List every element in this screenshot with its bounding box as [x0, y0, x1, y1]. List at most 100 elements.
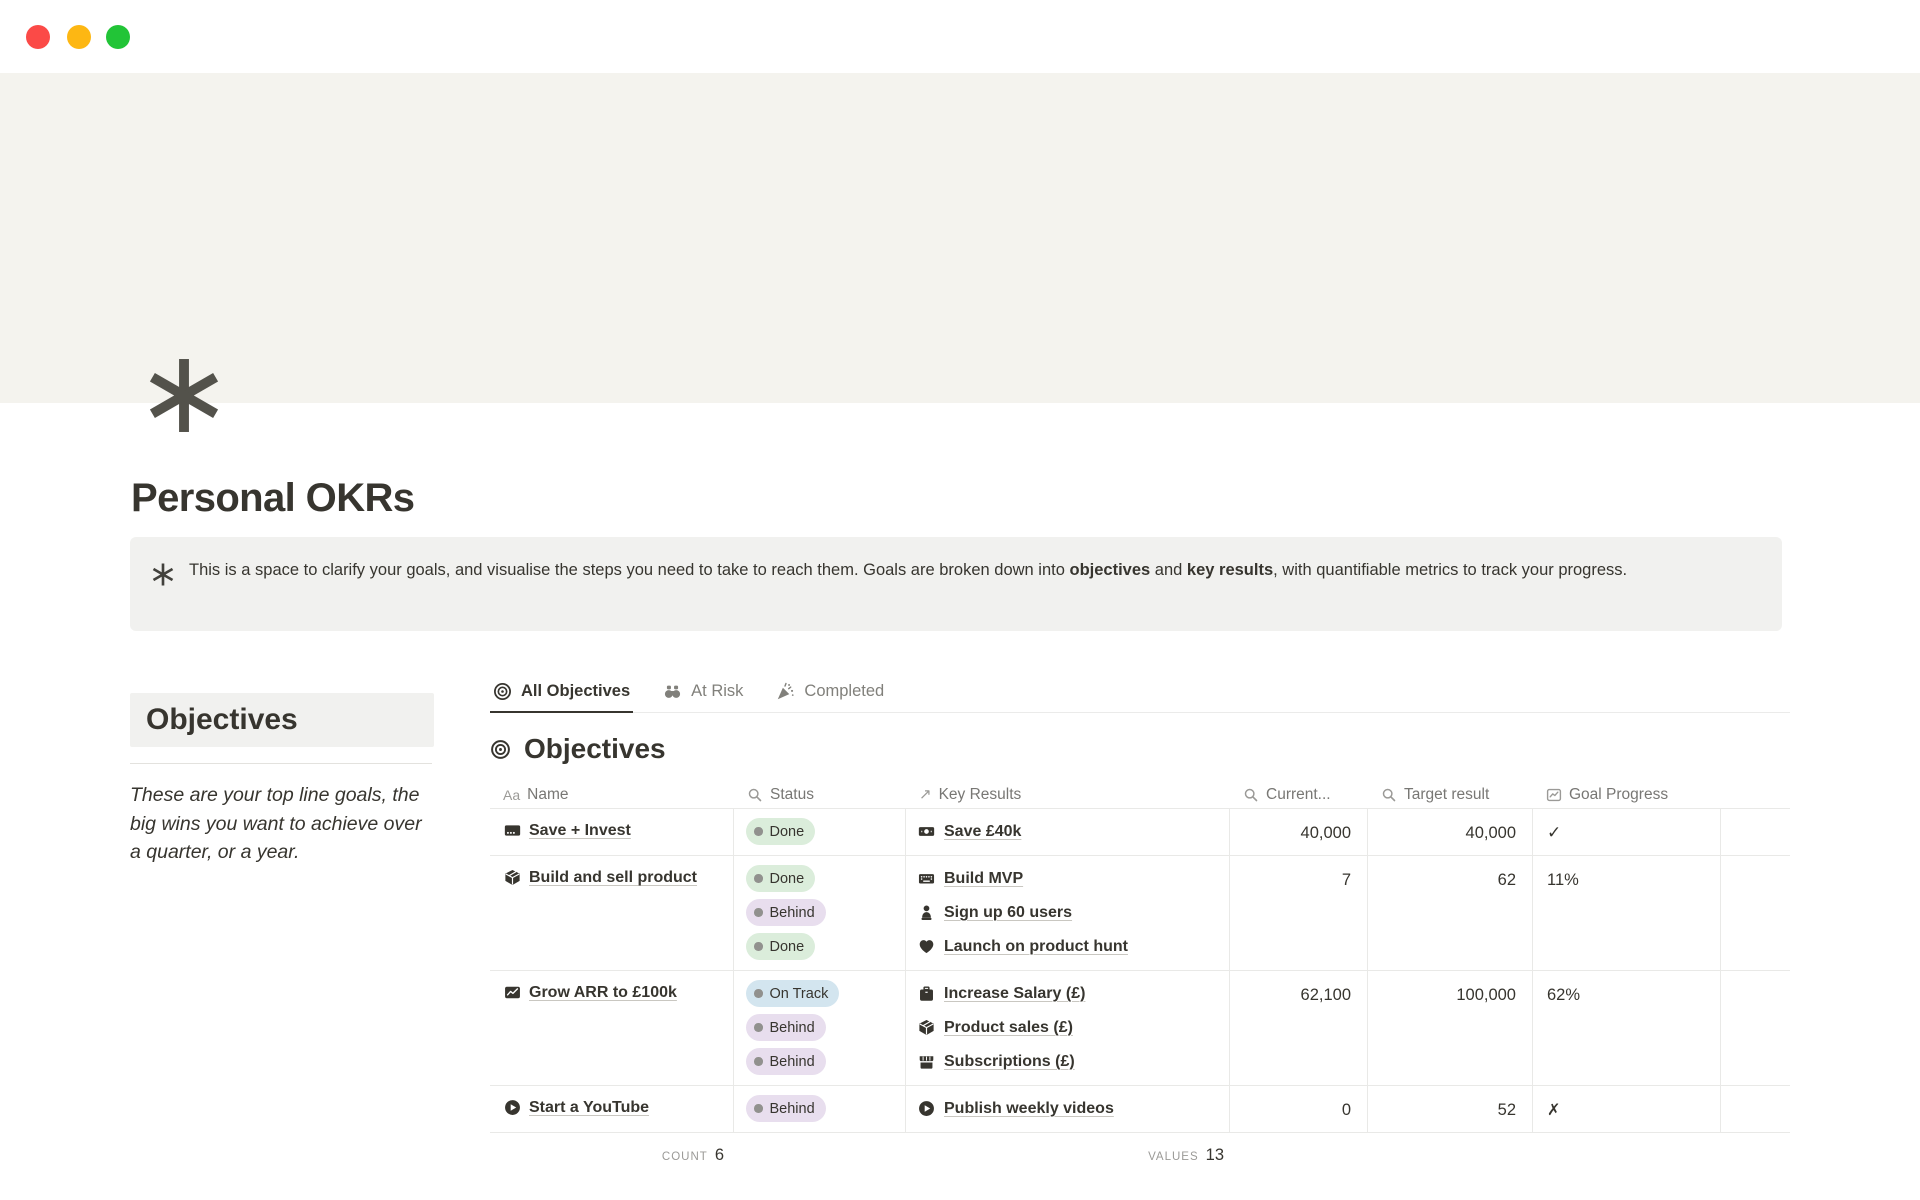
status-pill[interactable]: Behind	[746, 899, 826, 926]
current-result-cell[interactable]: 40,000	[1230, 809, 1368, 855]
chart-line-icon	[1546, 787, 1562, 803]
status-cell[interactable]: Behind	[734, 1086, 906, 1132]
column-header-status[interactable]: Status	[734, 781, 906, 808]
column-header-current[interactable]: Current...	[1230, 781, 1368, 808]
status-cell[interactable]: On Track Behind Behind	[734, 971, 906, 1085]
current-result-value: 62,100	[1301, 986, 1351, 1004]
key-results-cell[interactable]: Build MVP Sign up 60 users Launch on produ…	[906, 856, 1230, 970]
current-result-cell[interactable]: 0	[1230, 1086, 1368, 1132]
status-pill[interactable]: On Track	[746, 980, 839, 1007]
status-dot	[754, 942, 763, 951]
status-pill-label: Done	[770, 824, 805, 840]
heart-icon	[918, 938, 935, 955]
status-cell[interactable]: Done Behind Done	[734, 856, 906, 970]
target-result-cell[interactable]: 62	[1368, 856, 1533, 970]
table-row: Start a YouTube Behind Publish weekly vide…	[490, 1086, 1790, 1133]
name-cell[interactable]: Save + Invest	[490, 809, 734, 855]
table-row: Build and sell product Done Behind Done Buil…	[490, 856, 1790, 971]
status-cell[interactable]: Done	[734, 809, 906, 855]
status-dot	[754, 1104, 763, 1113]
status-pill[interactable]: Behind	[746, 1048, 826, 1075]
asterisk-icon	[152, 563, 174, 586]
name-cell[interactable]: Grow ARR to £100k	[490, 971, 734, 1085]
target-result-cell[interactable]: 100,000	[1368, 971, 1533, 1085]
goal-progress-cell[interactable]: ✗	[1533, 1086, 1721, 1132]
current-result-value: 0	[1342, 1101, 1351, 1119]
key-result-link[interactable]: Launch on product hunt	[944, 935, 1128, 959]
column-header-target-result[interactable]: Target result	[1368, 781, 1533, 808]
callout: This is a space to clarify your goals, a…	[130, 537, 1782, 631]
key-results-cell[interactable]: Increase Salary (£) Product sales (£) Subs…	[906, 971, 1230, 1085]
status-pill-label: Done	[770, 871, 805, 887]
column-header-name[interactable]: AaName	[490, 781, 734, 808]
objective-name-link[interactable]: Save + Invest	[529, 819, 631, 843]
current-result-cell[interactable]: 62,100	[1230, 971, 1368, 1085]
objective-name-link[interactable]: Start a YouTube	[529, 1096, 649, 1120]
play-icon	[918, 1100, 935, 1117]
row-spacer-cell	[1721, 971, 1787, 1085]
party-popper-icon	[776, 682, 795, 701]
target-icon	[493, 682, 512, 701]
goal-progress-cell[interactable]: 62%	[1533, 971, 1721, 1085]
arrow-up-right-icon: ↗	[919, 787, 932, 803]
user-bust-icon	[918, 904, 935, 921]
minimize-window-button[interactable]	[67, 25, 91, 49]
chart-box-icon	[504, 984, 521, 1001]
status-pill-label: Behind	[770, 1054, 815, 1070]
target-result-cell[interactable]: 40,000	[1368, 809, 1533, 855]
objective-name-link[interactable]: Grow ARR to £100k	[529, 981, 677, 1005]
status-dot	[754, 874, 763, 883]
current-result-cell[interactable]: 7	[1230, 856, 1368, 970]
key-result-link[interactable]: Save £40k	[944, 820, 1021, 844]
key-results-cell[interactable]: Save £40k	[906, 809, 1230, 855]
status-pill[interactable]: Done	[746, 933, 815, 960]
key-result-link[interactable]: Subscriptions (£)	[944, 1050, 1075, 1074]
status-dot	[754, 827, 763, 836]
table-footer: COUNT 6 VALUES 13	[490, 1146, 1790, 1165]
name-cell[interactable]: Start a YouTube	[490, 1086, 734, 1132]
goal-progress-value: ✓	[1547, 823, 1561, 842]
status-pill[interactable]: Behind	[746, 1095, 826, 1122]
objectives-heading: Objectives	[130, 693, 434, 747]
status-pill[interactable]: Behind	[746, 1014, 826, 1041]
tab-all-objectives[interactable]: All Objectives	[490, 678, 633, 713]
key-result-link[interactable]: Publish weekly videos	[944, 1097, 1114, 1121]
keyboard-icon	[918, 870, 935, 887]
view-tabs: All Objectives At Risk Completed	[490, 672, 1790, 713]
zoom-window-button[interactable]	[106, 25, 130, 49]
goal-progress-cell[interactable]: ✓	[1533, 809, 1721, 855]
status-pill[interactable]: Done	[746, 818, 815, 845]
key-result-link[interactable]: Product sales (£)	[944, 1016, 1073, 1040]
left-column: Objectives These are your top line goals…	[130, 693, 440, 867]
tab-label: All Objectives	[521, 682, 630, 701]
key-result-item: Product sales (£)	[918, 1014, 1219, 1041]
package-icon	[504, 869, 521, 886]
goal-progress-value: 11%	[1547, 871, 1579, 889]
objective-name-link[interactable]: Build and sell product	[529, 866, 697, 890]
target-result-value: 62	[1498, 871, 1516, 889]
key-results-cell[interactable]: Publish weekly videos	[906, 1086, 1230, 1132]
values-aggregate[interactable]: VALUES 13	[906, 1146, 1224, 1165]
status-pill[interactable]: Done	[746, 865, 815, 892]
target-result-cell[interactable]: 52	[1368, 1086, 1533, 1132]
tab-completed[interactable]: Completed	[773, 678, 887, 712]
asterisk-icon[interactable]	[146, 356, 222, 435]
column-header-label: Current...	[1266, 786, 1331, 804]
close-window-button[interactable]	[26, 25, 50, 49]
table-row: Grow ARR to £100k On Track Behind Behind Inc…	[490, 971, 1790, 1086]
column-header-key-results[interactable]: ↗Key Results	[906, 781, 1230, 808]
key-result-link[interactable]: Increase Salary (£)	[944, 982, 1085, 1006]
row-spacer-cell	[1721, 809, 1787, 855]
binoculars-icon	[663, 682, 682, 701]
column-header-label: Status	[770, 786, 814, 804]
goal-progress-cell[interactable]: 11%	[1533, 856, 1721, 970]
status-pill-label: On Track	[770, 986, 829, 1002]
key-result-link[interactable]: Build MVP	[944, 867, 1023, 891]
name-cell[interactable]: Build and sell product	[490, 856, 734, 970]
callout-text: This is a space to clarify your goals, a…	[189, 556, 1738, 585]
tab-at-risk[interactable]: At Risk	[660, 678, 746, 712]
key-result-link[interactable]: Sign up 60 users	[944, 901, 1072, 925]
section-header: Objectives	[490, 730, 1790, 768]
column-header-goal-progress[interactable]: Goal Progress	[1533, 781, 1721, 808]
count-aggregate[interactable]: COUNT 6	[490, 1146, 724, 1165]
